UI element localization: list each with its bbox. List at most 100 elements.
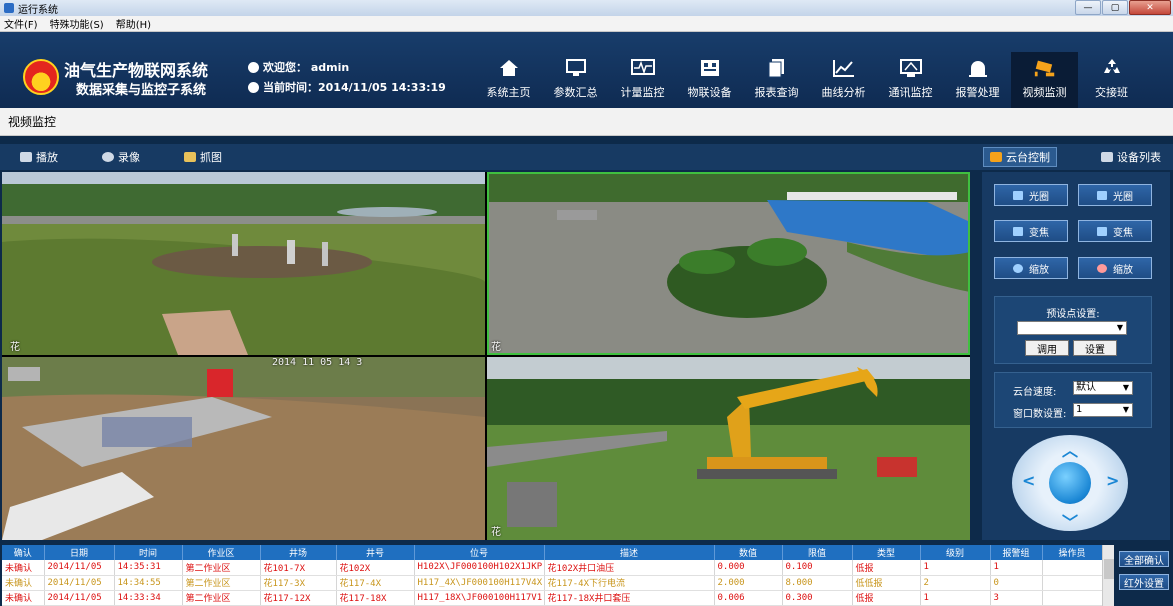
- col-tag[interactable]: 位号: [414, 545, 545, 560]
- preset-call-button[interactable]: 调用: [1025, 340, 1069, 356]
- col-well[interactable]: 井号: [336, 545, 415, 560]
- table-row[interactable]: 未确认 2014/11/05 14:35:31 第二作业区 花101-7X 花1…: [2, 560, 1103, 576]
- zoom-in-button[interactable]: 缩放: [994, 257, 1068, 279]
- video-grid: 花 花 2014 11 05 14 3 花: [2, 172, 970, 540]
- col-alarm-group[interactable]: 报警组: [990, 545, 1043, 560]
- col-confirm[interactable]: 确认: [2, 545, 45, 560]
- ptz-speed-select[interactable]: 默认 ▼: [1073, 381, 1133, 395]
- record-label: 录像: [118, 151, 140, 164]
- cell: 0: [990, 575, 1043, 591]
- col-level[interactable]: 级别: [920, 545, 991, 560]
- play-button[interactable]: 播放: [20, 149, 58, 165]
- col-time[interactable]: 时间: [114, 545, 183, 560]
- hand-icon: [184, 152, 196, 162]
- pan-up-button[interactable]: ︿: [1062, 437, 1078, 461]
- table-row[interactable]: 未确认 2014/11/05 14:34:55 第二作业区 花117-3X 花1…: [2, 575, 1103, 591]
- ptz-direction-pad: ︿ ﹀ < >: [1012, 435, 1128, 533]
- cell: 低报: [852, 560, 921, 576]
- cell: 花117-18X: [336, 590, 415, 606]
- cell: 未确认: [2, 560, 45, 576]
- nav-comm[interactable]: 通讯监控: [877, 52, 944, 108]
- cell: H117_18X\JF000100H117V1: [414, 590, 545, 606]
- iris-close-button[interactable]: 光圈: [1078, 184, 1152, 206]
- menu-special[interactable]: 特殊功能(S): [50, 16, 104, 31]
- record-button[interactable]: 录像: [102, 149, 140, 165]
- welcome-text: 欢迎您： admin: [248, 59, 349, 75]
- video-feed-1[interactable]: 花: [2, 172, 485, 355]
- pan-right-button[interactable]: >: [1106, 471, 1119, 490]
- menu-file[interactable]: 文件(F): [4, 16, 38, 31]
- col-date[interactable]: 日期: [44, 545, 115, 560]
- window-count-select[interactable]: 1 ▼: [1073, 403, 1133, 417]
- breadcrumb: 视频监控: [0, 108, 1173, 136]
- cell: 14:33:34: [114, 590, 183, 606]
- cell: 第二作业区: [182, 575, 261, 591]
- iris-open-button[interactable]: 光圈: [994, 184, 1068, 206]
- focus-near-button[interactable]: 变焦: [994, 220, 1068, 242]
- ptz-control-tab[interactable]: 云台控制: [983, 147, 1057, 167]
- infrared-settings-button[interactable]: 红外设置: [1119, 574, 1169, 590]
- minimize-button[interactable]: —: [1075, 0, 1101, 15]
- col-description[interactable]: 描述: [544, 545, 715, 560]
- video-frame: [487, 357, 970, 540]
- nav-reports[interactable]: 报表查询: [743, 52, 810, 108]
- preset-select[interactable]: ▼: [1017, 321, 1127, 335]
- nav-home[interactable]: 系统主页: [475, 52, 542, 108]
- cell: [1042, 590, 1103, 606]
- nav-iot-devices[interactable]: 物联设备: [676, 52, 743, 108]
- video-feed-4[interactable]: 花: [487, 357, 970, 540]
- cell: 花117-4X下行电流: [544, 575, 715, 591]
- alarm-header-row: 确认 日期 时间 作业区 井场 井号 位号 描述 数值 限值 类型 级别 报警组…: [2, 545, 1103, 560]
- cell: 花117-3X: [260, 575, 337, 591]
- col-area[interactable]: 作业区: [182, 545, 261, 560]
- col-limit[interactable]: 限值: [782, 545, 853, 560]
- button-label: 变焦: [1029, 227, 1049, 239]
- video-feed-3[interactable]: 2014 11 05 14 3: [2, 357, 485, 540]
- current-time-label: 当前时间：2014/11/05 14:33:19: [263, 81, 446, 94]
- nav-alarms[interactable]: 报警处理: [944, 52, 1011, 108]
- button-label: 光圈: [1113, 191, 1133, 203]
- pan-left-button[interactable]: <: [1022, 471, 1035, 490]
- device-list-tab[interactable]: 设备列表: [1101, 147, 1161, 167]
- confirm-all-button[interactable]: 全部确认: [1119, 551, 1169, 567]
- list-icon: [1101, 152, 1113, 162]
- close-button[interactable]: ✕: [1129, 0, 1171, 15]
- ptz-center-button[interactable]: [1049, 462, 1091, 504]
- cell: 2014/11/05: [44, 590, 115, 606]
- nav-label: 通讯监控: [888, 86, 933, 99]
- ptz-speed-label: 云台速度:: [1013, 387, 1057, 398]
- home-icon: [497, 58, 521, 78]
- nav-metering[interactable]: 计量监控: [609, 52, 676, 108]
- video-osd-label: 花: [10, 342, 20, 353]
- chevron-down-icon: ▼: [1122, 405, 1130, 414]
- col-type[interactable]: 类型: [852, 545, 921, 560]
- nav-video[interactable]: 视频监测: [1011, 52, 1078, 108]
- preset-set-button[interactable]: 设置: [1073, 340, 1117, 356]
- cell: 花101-7X: [260, 560, 337, 576]
- maximize-button[interactable]: ▢: [1102, 0, 1128, 15]
- scrollbar-thumb[interactable]: [1104, 559, 1114, 579]
- magnifier-icon: [1013, 263, 1023, 273]
- pan-down-button[interactable]: ﹀: [1062, 509, 1078, 533]
- col-site[interactable]: 井场: [260, 545, 337, 560]
- window-title-bar: 运行系统 — ▢ ✕: [0, 0, 1173, 16]
- video-osd-time: 2014 11 05 14 3: [272, 357, 363, 368]
- col-operator[interactable]: 操作员: [1042, 545, 1103, 560]
- cell: 8.000: [782, 575, 853, 591]
- capture-button[interactable]: 抓图: [184, 149, 222, 165]
- nav-label: 物联设备: [687, 86, 732, 99]
- table-row[interactable]: 未确认 2014/11/05 14:33:34 第二作业区 花117-12X 花…: [2, 590, 1103, 606]
- col-value[interactable]: 数值: [714, 545, 783, 560]
- menu-help[interactable]: 帮助(H): [116, 16, 151, 31]
- cell: 1: [920, 560, 991, 576]
- focus-far-button[interactable]: 变焦: [1078, 220, 1152, 242]
- zoom-out-button[interactable]: 缩放: [1078, 257, 1152, 279]
- ptz-speed-value: 默认: [1076, 382, 1096, 393]
- nav-shift-handover[interactable]: 交接班: [1078, 52, 1145, 108]
- video-feed-2[interactable]: 花: [487, 172, 970, 355]
- alarm-scrollbar[interactable]: [1102, 545, 1114, 606]
- cell: 花102X: [336, 560, 415, 576]
- camera-icon: [1033, 58, 1057, 78]
- nav-curves[interactable]: 曲线分析: [810, 52, 877, 108]
- nav-params[interactable]: 参数汇总: [542, 52, 609, 108]
